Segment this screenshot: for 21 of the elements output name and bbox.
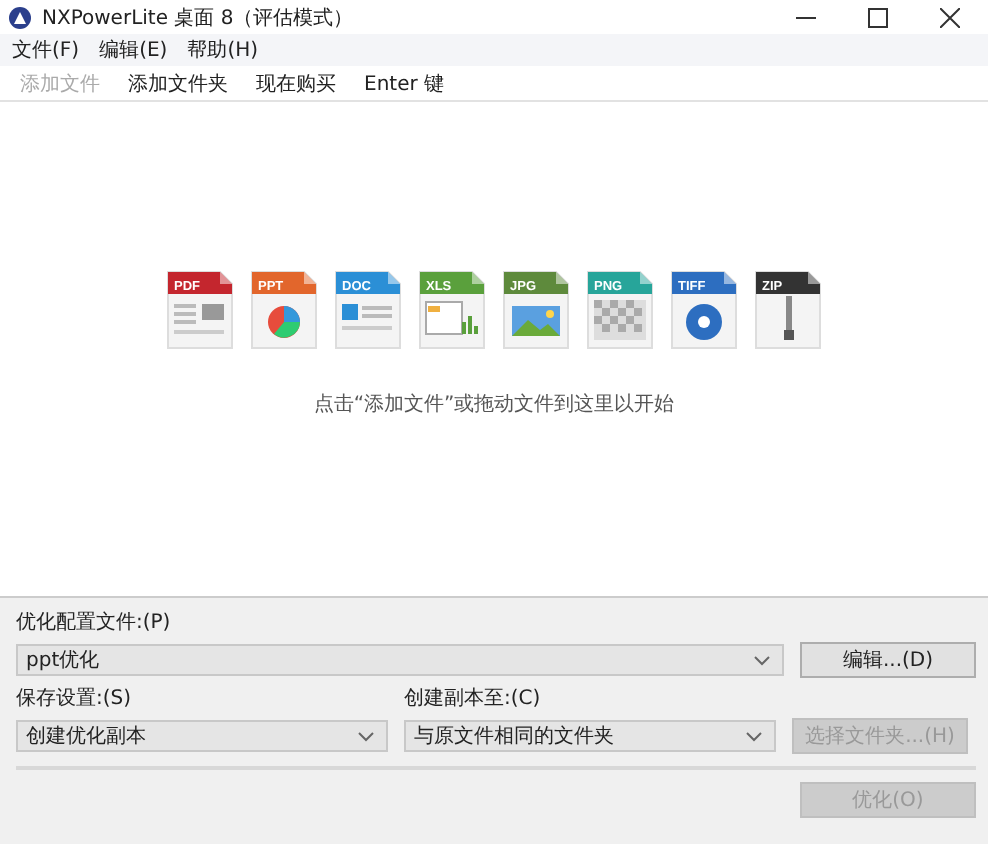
chevron-icon	[358, 731, 374, 741]
app-logo-icon	[8, 5, 32, 29]
copy-to-label: 创建副本至:(C)	[404, 685, 543, 712]
copy-to-dropdown[interactable]: 与原文件相同的文件夹	[404, 720, 776, 752]
hint-text: 点击“添加文件”或拖动文件到这里以开始	[313, 391, 675, 418]
toolbar-button[interactable]: Enter 键	[364, 69, 445, 97]
profile-label: 优化配置文件:(P)	[16, 609, 173, 636]
maximize-icon[interactable]	[868, 7, 888, 27]
toolbar-button[interactable]: 现在购买	[256, 69, 336, 97]
menu-item[interactable]: 文件(F)	[12, 36, 80, 64]
menu-item[interactable]: 帮助(H)	[187, 36, 259, 64]
toolbar-button[interactable]: 添加文件夹	[128, 69, 228, 97]
save-settings-label: 保存设置:(S)	[16, 685, 134, 712]
profile-dropdown[interactable]: ppt优化	[16, 644, 784, 676]
close-icon[interactable]	[940, 7, 960, 27]
save-settings-dropdown[interactable]: 创建优化副本	[16, 720, 388, 752]
edit-button[interactable]: 编辑...(D)	[800, 642, 976, 678]
chevron-icon	[754, 655, 770, 665]
window-title: NXPowerLite 桌面 8（评估模式）	[42, 5, 354, 31]
chevron-icon	[746, 731, 762, 741]
menu-item[interactable]: 编辑(E)	[99, 36, 168, 64]
